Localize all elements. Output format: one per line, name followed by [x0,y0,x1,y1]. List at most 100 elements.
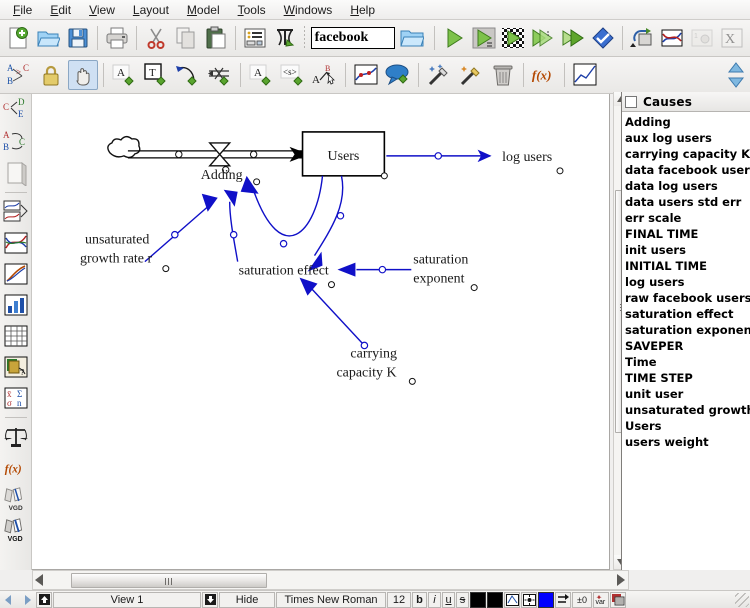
link-handle[interactable] [229,230,238,239]
list-item[interactable]: users weight [625,434,750,450]
list-item[interactable]: Users [625,418,750,434]
stats-icon[interactable]: x̄ Σ σ n [2,383,30,413]
users-stock[interactable]: Users [301,131,388,180]
hide-button[interactable]: Hide [219,591,275,608]
simulate-icon[interactable] [440,23,468,53]
font-size-select[interactable]: 12 [387,591,411,608]
sensitivity-icon[interactable] [529,23,557,53]
carrying-capacity-label-line2[interactable]: capacity K [336,365,396,380]
vgd-bold-icon[interactable]: VGD [2,515,30,545]
cut-icon[interactable] [142,23,170,53]
list-item[interactable]: saturation exponent [625,322,750,338]
carrying-capacity-variable[interactable]: carrying capacity K [336,346,416,385]
canvas-horizontal-scrollbar[interactable] [32,570,629,590]
unsaturated-growth-rate-label-line1[interactable]: unsaturated [85,233,149,248]
link-growth-rate-to-adding[interactable] [144,193,218,263]
list-item[interactable]: aux log users [625,130,750,146]
list-item[interactable]: init users [625,242,750,258]
variable-handle[interactable] [408,377,416,385]
link-users-to-log-users[interactable] [386,149,492,163]
menu-item-windows[interactable]: Windows [275,1,342,19]
link-handle[interactable] [171,230,179,239]
saturation-effect-variable[interactable]: saturation effect [239,264,335,289]
saturation-exponent-label-line2[interactable]: exponent [413,272,464,287]
link-exponent-to-saturation-effect[interactable] [337,262,412,277]
shape-outline-button[interactable] [504,591,520,608]
variable-handle[interactable] [162,265,170,273]
equations-fx-icon[interactable]: f(x) [2,453,30,483]
scrollbar-right-arrow[interactable] [617,574,625,586]
arrow-style-button[interactable] [521,591,537,608]
resize-grip[interactable] [735,593,749,607]
document-icon[interactable] [2,158,30,188]
menu-item-view[interactable]: View [80,1,124,19]
list-item[interactable]: unsaturated growth rate r [625,402,750,418]
variable-handle[interactable] [327,281,335,289]
units-button[interactable]: var [593,591,609,608]
list-item[interactable]: saturation effect [625,306,750,322]
accent-color-swatch[interactable] [538,591,554,608]
view-prev-button[interactable] [0,594,18,606]
runs-compare-icon[interactable] [2,259,30,289]
users-stock-label[interactable]: Users [328,149,360,164]
saturation-exponent-variable[interactable]: saturation exponent [413,253,478,292]
carrying-capacity-label-line1[interactable]: carrying [350,346,397,361]
saturation-exponent-label-line1[interactable]: saturation [413,253,468,268]
flow-handle[interactable] [249,150,258,159]
view-name-label[interactable]: View 1 [53,591,201,608]
shadow-variable-tool-icon[interactable]: A [246,60,276,90]
list-item[interactable]: unit user [625,386,750,402]
italic-button[interactable]: i [428,591,441,608]
menu-item-help[interactable]: Help [341,1,384,19]
list-item[interactable]: Adding [625,114,750,130]
model-name-combo[interactable]: facebook [310,23,428,53]
delete-wand-icon[interactable] [456,60,486,90]
menu-item-tools[interactable]: Tools [229,1,275,19]
causes-variable-list[interactable]: Adding aux log users carrying capacity K… [622,113,750,570]
strikethrough-button[interactable]: s [456,591,469,608]
label-handle[interactable] [253,178,261,186]
fill-color-swatch[interactable] [487,591,503,608]
link-handle[interactable] [279,239,288,248]
source-cloud[interactable] [107,135,141,159]
open-model-icon[interactable] [34,23,62,53]
hand-move-tool-icon[interactable] [68,60,98,90]
underline-button[interactable]: u [442,591,455,608]
list-item[interactable]: INITIAL TIME [625,258,750,274]
log-users-variable[interactable]: log users [502,150,564,175]
copy-icon[interactable] [172,23,200,53]
scroll-down-icon[interactable] [727,75,745,89]
flow-handle[interactable] [175,150,183,159]
trash-icon[interactable] [488,60,518,90]
menu-item-file[interactable]: FFileile [4,1,41,19]
adding-flow[interactable]: Adding [107,135,310,186]
view-next-button[interactable] [18,594,36,606]
link-handle[interactable] [378,265,387,274]
input-output-object-icon[interactable]: A B [310,60,340,90]
causes-panel[interactable]: Causes Adding aux log users carrying cap… [621,92,750,570]
list-item[interactable]: log users [625,274,750,290]
list-item[interactable]: Time [625,354,750,370]
uses-tree-icon[interactable]: A B C [2,127,30,157]
arrow-direction-button[interactable] [555,591,571,608]
font-name-select[interactable]: Times New Roman [276,591,386,608]
model-canvas[interactable]: Adding Users log users unsaturated growt… [32,94,610,570]
list-item[interactable]: data users std err [625,194,750,210]
save-icon[interactable] [64,23,92,53]
arrow-tool-icon[interactable] [173,60,203,90]
causes-tree-icon[interactable]: C D E [2,96,30,126]
unsaturated-growth-rate-label-line2[interactable]: growth rate r [80,252,152,267]
table-time-down-icon[interactable]: ? [2,352,30,382]
sketch-comment-tool-icon[interactable]: <s> [278,60,308,90]
synthesim-icon[interactable] [470,23,498,53]
level-stepper[interactable]: ±0 [572,591,592,608]
scroll-buttons[interactable] [725,59,747,91]
list-item[interactable]: err scale [625,210,750,226]
paste-icon[interactable] [202,23,230,53]
list-item[interactable]: SAVEPER [625,338,750,354]
adding-flow-label[interactable]: Adding [201,168,243,183]
set-units-icon[interactable] [271,23,299,53]
variable-handle[interactable] [470,284,478,292]
open-folder-icon[interactable] [397,23,427,53]
reality-check-icon[interactable] [589,23,617,53]
